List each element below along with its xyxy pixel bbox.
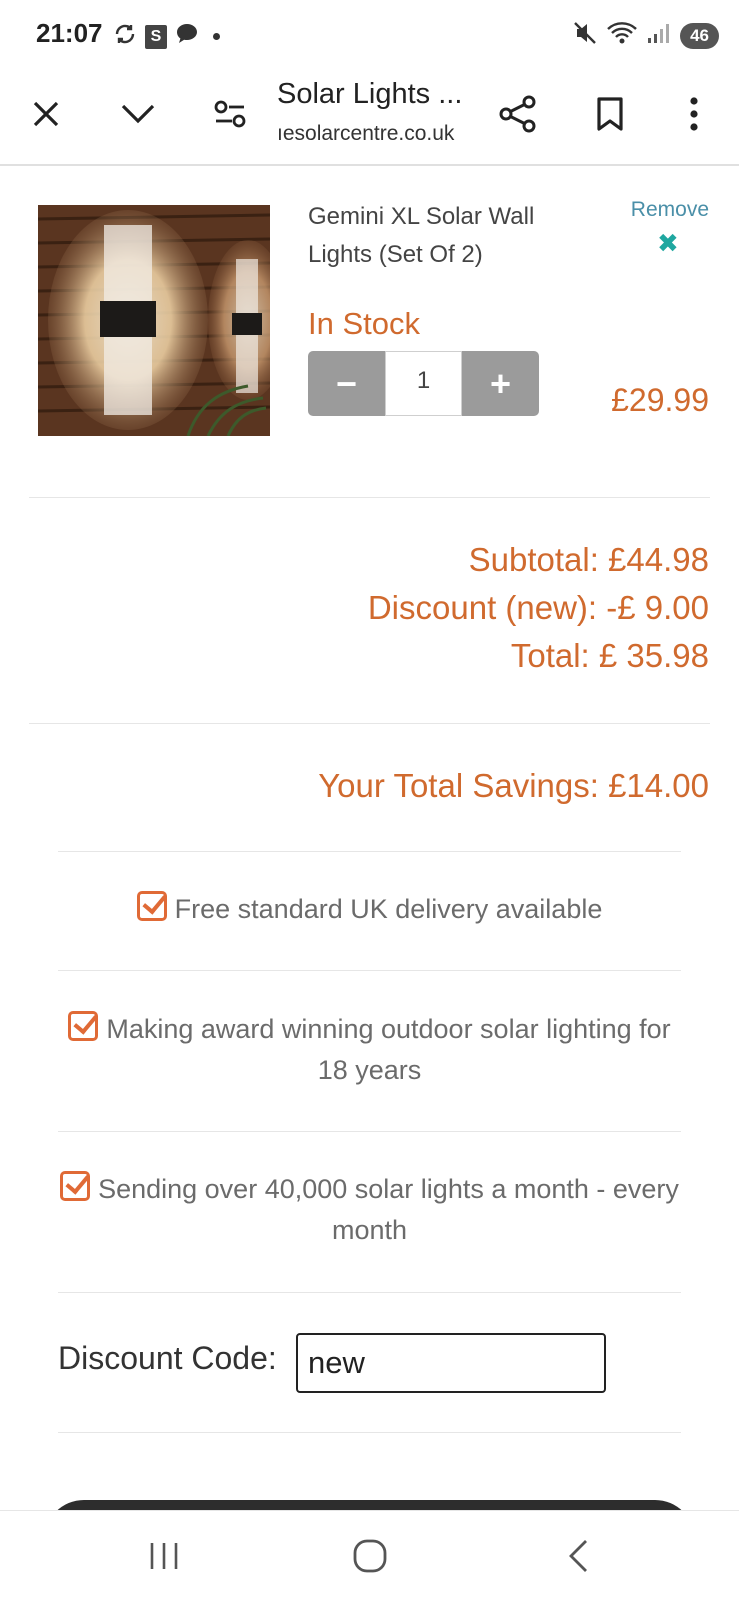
divider xyxy=(29,497,710,498)
status-right-icons: 46 xyxy=(572,20,719,51)
product-price: £29.99 xyxy=(611,382,709,418)
benefit-text: Sending over 40,000 solar lights a month… xyxy=(98,1174,679,1245)
chevron-down-icon[interactable] xyxy=(114,90,162,138)
product-name[interactable]: Gemini XL Solar Wall Lights (Set Of 2) xyxy=(308,198,578,274)
sync-icon xyxy=(113,22,137,51)
status-bar: 21:07 S 46 xyxy=(0,0,739,70)
system-nav-bar xyxy=(0,1510,739,1600)
benefit-text: Making award winning outdoor solar light… xyxy=(106,1014,671,1085)
close-icon[interactable] xyxy=(22,90,70,138)
total-line: Total: £ 35.98 xyxy=(510,637,709,674)
remove-x-icon[interactable]: ✖ xyxy=(657,228,679,259)
battery-indicator: 46 xyxy=(680,22,719,49)
divider xyxy=(58,970,681,971)
page-url[interactable]: ıesolarcentre.co.uk xyxy=(277,122,454,146)
discount-code-label: Discount Code: xyxy=(58,1340,277,1376)
stock-status: In Stock xyxy=(308,306,420,341)
divider xyxy=(58,1131,681,1132)
checkbox-checked-icon xyxy=(60,1171,91,1201)
divider xyxy=(58,851,681,852)
product-image[interactable] xyxy=(38,205,270,436)
browser-toolbar: Solar Lights ... ıesolarcentre.co.uk xyxy=(0,70,739,166)
benefit-item: Sending over 40,000 solar lights a month… xyxy=(58,1169,681,1251)
remove-link[interactable]: Remove xyxy=(631,198,709,222)
wifi-icon xyxy=(606,20,638,51)
messages-icon xyxy=(175,23,199,50)
status-time: 21:07 xyxy=(36,18,103,48)
discount-line: Discount (new): -£ 9.00 xyxy=(367,589,709,626)
share-icon[interactable] xyxy=(494,90,542,138)
back-icon[interactable] xyxy=(548,1531,608,1581)
quantity-stepper: − 1 + xyxy=(308,351,539,416)
divider xyxy=(58,1432,681,1433)
notification-dot xyxy=(213,33,220,40)
s-app-icon: S xyxy=(145,24,167,49)
benefit-item: Making award winning outdoor solar light… xyxy=(58,1009,681,1091)
more-options-icon[interactable] xyxy=(670,90,718,138)
divider xyxy=(58,1292,681,1293)
checkbox-checked-icon xyxy=(68,1011,99,1041)
status-left-icons: S xyxy=(113,22,220,51)
total-savings-line: Your Total Savings: £14.00 xyxy=(318,767,709,804)
benefit-text: Free standard UK delivery available xyxy=(174,894,603,924)
divider xyxy=(29,723,710,724)
benefit-item: Free standard UK delivery available xyxy=(58,889,681,930)
discount-code-input[interactable] xyxy=(296,1333,606,1393)
signal-icon xyxy=(646,21,672,50)
quantity-input[interactable]: 1 xyxy=(385,351,462,416)
subtotal-line: Subtotal: £44.98 xyxy=(468,541,709,578)
page-title[interactable]: Solar Lights ... xyxy=(277,78,462,111)
bookmark-icon[interactable] xyxy=(586,90,634,138)
checkbox-checked-icon xyxy=(136,891,167,921)
home-icon[interactable] xyxy=(340,1531,400,1581)
quantity-increase-button[interactable]: + xyxy=(462,351,539,416)
recent-apps-icon[interactable] xyxy=(134,1531,194,1581)
quantity-decrease-button[interactable]: − xyxy=(308,351,385,416)
mute-icon xyxy=(572,20,598,51)
page-settings-icon[interactable] xyxy=(206,90,254,138)
